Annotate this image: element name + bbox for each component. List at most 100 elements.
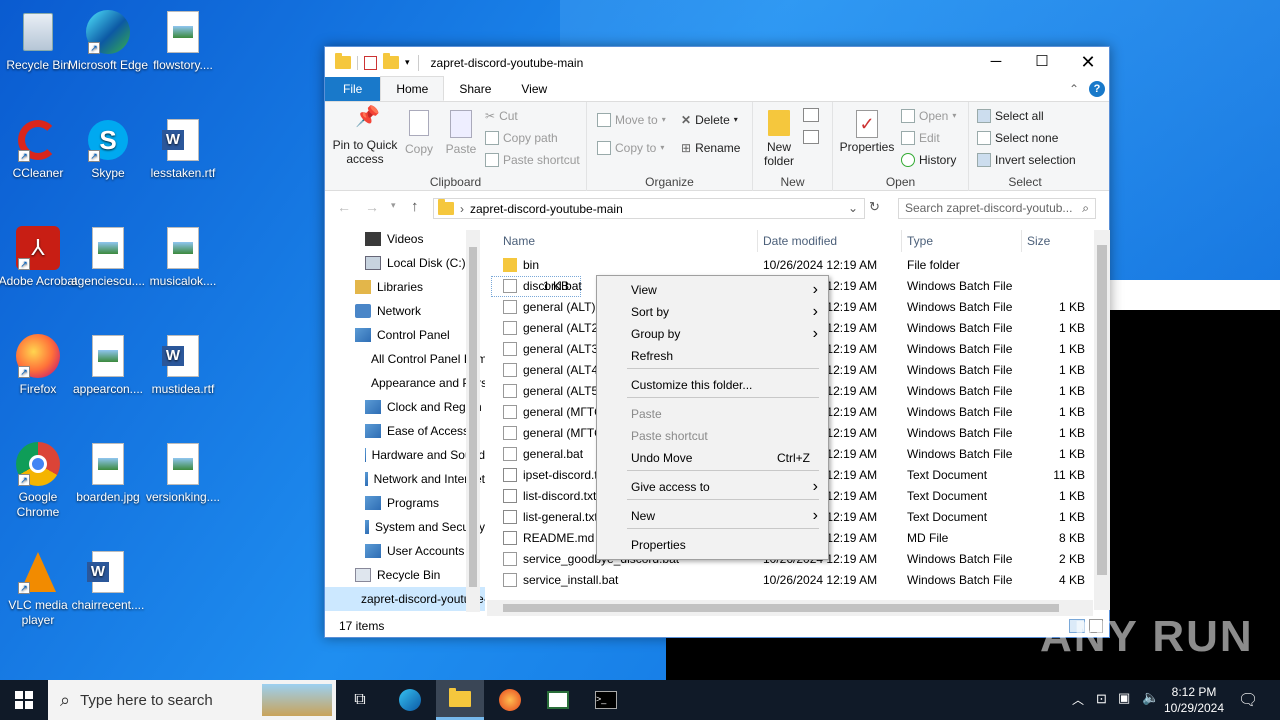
title-bar[interactable]: ▾ zapret-discord-youtube-main ─ ☐ ✕ bbox=[325, 47, 1109, 78]
delete-button[interactable]: ✕ Delete ▾ bbox=[681, 110, 738, 130]
nav-item-network[interactable]: Network bbox=[325, 299, 485, 323]
menu-item-undo-move[interactable]: Undo Move Ctrl+Z bbox=[597, 447, 828, 469]
address-dropdown-icon[interactable]: ⌄ bbox=[848, 201, 858, 215]
menu-item-group-by[interactable]: Group by › bbox=[597, 323, 828, 345]
paste-button[interactable]: Paste bbox=[443, 110, 479, 156]
paste-shortcut-button[interactable]: Paste shortcut bbox=[485, 150, 580, 170]
taskbar-search-box[interactable]: ⌕ Type here to search bbox=[48, 680, 336, 720]
cut-button[interactable]: ✂ Cut bbox=[485, 106, 518, 126]
nav-item-hardware-and-sound[interactable]: Hardware and Sound bbox=[325, 443, 485, 467]
help-icon[interactable]: ? bbox=[1089, 81, 1105, 97]
tab-home[interactable]: Home bbox=[380, 76, 445, 101]
taskbar-file-explorer[interactable] bbox=[436, 680, 484, 720]
desktop-icon-agenciescu[interactable]: agenciescu.... bbox=[66, 224, 150, 289]
taskbar-firefox[interactable] bbox=[486, 680, 534, 720]
column-type-header[interactable]: Type bbox=[907, 234, 933, 248]
start-button[interactable] bbox=[0, 680, 48, 720]
nav-item-control-panel[interactable]: Control Panel bbox=[325, 323, 485, 347]
new-folder-quick-icon[interactable] bbox=[383, 53, 399, 69]
recent-locations-chevron-icon[interactable]: ▾ bbox=[391, 200, 396, 211]
task-view-button[interactable]: ⧉ bbox=[336, 680, 384, 720]
copy-to-button[interactable]: Copy to ▾ bbox=[597, 138, 664, 158]
pin-quick-access-button[interactable]: 📌 Pin to Quick access bbox=[331, 107, 399, 166]
forward-arrow-icon[interactable]: → bbox=[365, 199, 379, 215]
close-button[interactable]: ✕ bbox=[1065, 47, 1111, 77]
collapse-ribbon-icon[interactable]: ⌃ bbox=[1069, 82, 1079, 96]
nav-item-ease-of-access[interactable]: Ease of Access bbox=[325, 419, 485, 443]
desktop-icon-flowstory[interactable]: flowstory.... bbox=[141, 8, 225, 73]
up-arrow-icon[interactable]: ↑ bbox=[411, 198, 419, 215]
select-none-button[interactable]: Select none bbox=[977, 128, 1058, 148]
tab-share[interactable]: Share bbox=[444, 77, 506, 101]
nav-item-zapret-discord-youtube-main[interactable]: zapret-discord-youtube-main bbox=[325, 587, 485, 611]
maximize-button[interactable]: ☐ bbox=[1019, 47, 1065, 77]
column-date-header[interactable]: Date modified bbox=[763, 234, 837, 248]
nav-item-local-disk-c[interactable]: Local Disk (C:) bbox=[325, 251, 485, 275]
desktop-icon-boarden-jpg[interactable]: boarden.jpg bbox=[66, 440, 150, 505]
menu-item-sort-by[interactable]: Sort by › bbox=[597, 301, 828, 323]
taskbar-clock[interactable]: 8:12 PM 10/29/2024 bbox=[1158, 684, 1230, 716]
tab-view[interactable]: View bbox=[506, 77, 562, 101]
new-folder-button[interactable]: New folder bbox=[759, 110, 799, 168]
properties-quick-icon[interactable] bbox=[364, 55, 377, 70]
customize-toolbar-chevron-icon[interactable]: ▾ bbox=[405, 57, 410, 68]
nav-item-programs[interactable]: Programs bbox=[325, 491, 485, 515]
menu-item-refresh[interactable]: Refresh bbox=[597, 345, 828, 367]
navigation-scrollbar-thumb[interactable] bbox=[469, 247, 477, 587]
invert-selection-button[interactable]: Invert selection bbox=[977, 150, 1076, 170]
search-input[interactable]: Search zapret-discord-youtub... ⌕ bbox=[898, 198, 1096, 219]
desktop-icon-musicalok[interactable]: musicalok.... bbox=[141, 224, 225, 289]
open-button[interactable]: Open ▾ bbox=[901, 106, 956, 126]
nav-item-all-control-panel-items[interactable]: All Control Panel Items bbox=[325, 347, 485, 371]
desktop-icon-mustidea-rtf[interactable]: Wmustidea.rtf bbox=[141, 332, 225, 397]
horizontal-scrollbar-thumb[interactable] bbox=[503, 604, 1059, 612]
tab-file[interactable]: File bbox=[325, 77, 381, 101]
taskbar-app[interactable] bbox=[534, 680, 582, 720]
minimize-button[interactable]: ─ bbox=[973, 47, 1019, 77]
address-box[interactable]: › zapret-discord-youtube-main ⌄ bbox=[433, 198, 865, 219]
desktop-icon-versionking[interactable]: versionking.... bbox=[141, 440, 225, 505]
nav-item-appearance-and-personalization[interactable]: Appearance and Personalization bbox=[325, 371, 485, 395]
desktop-icon-chairrecent[interactable]: Wchairrecent.... bbox=[66, 548, 150, 613]
menu-item-new[interactable]: New › bbox=[597, 505, 828, 527]
desktop-icon-microsoft-edge[interactable]: ↗ Microsoft Edge bbox=[66, 8, 150, 73]
file-row[interactable]: bin 10/26/2024 12:19 AM File folder bbox=[491, 255, 1097, 276]
ethernet-icon[interactable]: ▣ bbox=[1118, 690, 1130, 706]
desktop-icon-skype[interactable]: S ↗ Skype bbox=[66, 116, 150, 181]
notifications-icon[interactable]: 🗨 bbox=[1238, 690, 1258, 710]
nav-item-recycle-bin[interactable]: Recycle Bin bbox=[325, 563, 485, 587]
history-button[interactable]: History bbox=[901, 150, 956, 170]
desktop-icon-appearcon[interactable]: appearcon.... bbox=[66, 332, 150, 397]
menu-item-view[interactable]: View › bbox=[597, 279, 828, 301]
show-hidden-icons-chevron[interactable]: ︿ bbox=[1072, 691, 1084, 708]
nav-item-libraries[interactable]: Libraries bbox=[325, 275, 485, 299]
move-to-button[interactable]: Move to ▾ bbox=[597, 110, 666, 130]
menu-item-give-access-to[interactable]: Give access to › bbox=[597, 476, 828, 498]
taskbar-edge[interactable] bbox=[386, 680, 434, 720]
properties-button[interactable]: ✓ Properties bbox=[839, 110, 895, 154]
file-row[interactable]: service_install.bat 10/26/2024 12:19 AM Wi… bbox=[491, 570, 1097, 591]
file-list-scrollbar-thumb[interactable] bbox=[1097, 245, 1107, 575]
copy-path-button[interactable]: Copy path bbox=[485, 128, 558, 148]
edit-button[interactable]: Edit bbox=[901, 128, 940, 148]
back-arrow-icon[interactable]: ← bbox=[337, 199, 351, 215]
file-row[interactable]: discord.bat10/26/2024 12:19 AMWindows Ba… bbox=[491, 276, 1012, 297]
refresh-icon[interactable]: ↻ bbox=[869, 199, 880, 215]
copy-button[interactable]: Copy bbox=[401, 110, 437, 156]
nav-item-system-and-security[interactable]: System and Security bbox=[325, 515, 485, 539]
menu-item-properties[interactable]: Properties bbox=[597, 534, 828, 556]
rename-button[interactable]: ⊞ Rename bbox=[681, 138, 740, 158]
column-name-header[interactable]: Name bbox=[503, 234, 535, 248]
new-item-icon[interactable] bbox=[803, 108, 819, 122]
volume-icon[interactable]: 🔈 bbox=[1142, 689, 1159, 706]
column-size-header[interactable]: Size bbox=[1027, 234, 1050, 248]
taskbar-cmd[interactable]: >_ bbox=[582, 680, 630, 720]
select-all-button[interactable]: Select all bbox=[977, 106, 1044, 126]
nav-item-clock-and-region[interactable]: Clock and Region bbox=[325, 395, 485, 419]
desktop-icon-lesstaken-rtf[interactable]: Wlesstaken.rtf bbox=[141, 116, 225, 181]
network-icon[interactable]: ⊡ bbox=[1096, 691, 1107, 707]
menu-item-customize-this-folder[interactable]: Customize this folder... bbox=[597, 374, 828, 396]
nav-item-user-accounts[interactable]: User Accounts bbox=[325, 539, 485, 563]
easy-access-icon[interactable] bbox=[803, 130, 819, 144]
breadcrumb[interactable]: zapret-discord-youtube-main bbox=[470, 202, 623, 216]
